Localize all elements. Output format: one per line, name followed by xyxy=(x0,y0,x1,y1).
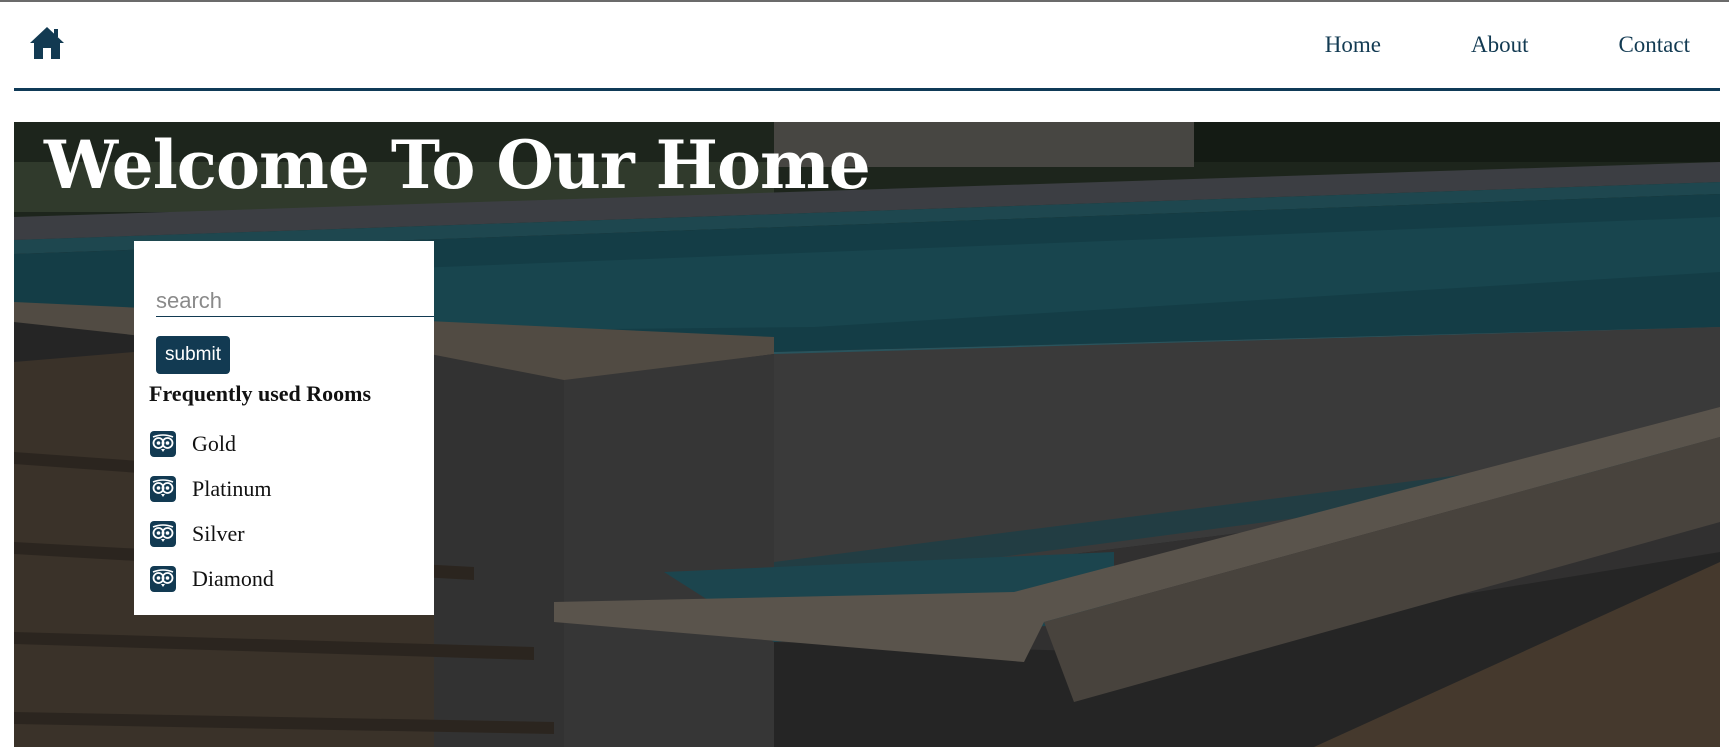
hero-title: Welcome To Our Home xyxy=(44,126,871,204)
room-label: Platinum xyxy=(192,475,272,501)
nav-about-link[interactable]: About xyxy=(1471,32,1529,58)
owl-icon xyxy=(150,475,176,502)
rooms-heading: Frequently used Rooms xyxy=(149,381,372,406)
hero-banner: Welcome To Our Home submit Frequently us… xyxy=(14,122,1720,747)
rooms-list: Gold Platinum Silver Diamond xyxy=(150,421,274,601)
room-label: Silver xyxy=(192,520,245,546)
nav-contact-link[interactable]: Contact xyxy=(1618,32,1690,58)
nav-home-link[interactable]: Home xyxy=(1325,32,1381,58)
owl-icon xyxy=(150,520,176,547)
owl-icon xyxy=(150,430,176,457)
navbar: Home About Contact xyxy=(0,2,1729,88)
room-label: Gold xyxy=(192,430,236,456)
search-input[interactable] xyxy=(156,286,434,317)
room-item-silver[interactable]: Silver xyxy=(150,511,274,556)
owl-icon xyxy=(150,565,176,592)
room-item-diamond[interactable]: Diamond xyxy=(150,556,274,601)
submit-button[interactable]: submit xyxy=(156,336,230,374)
search-panel: submit Frequently used Rooms Gold xyxy=(134,241,434,615)
room-label: Diamond xyxy=(192,565,274,591)
main-nav: Home About Contact xyxy=(1235,32,1690,58)
room-item-platinum[interactable]: Platinum xyxy=(150,466,274,511)
home-icon[interactable] xyxy=(28,24,66,62)
nav-divider xyxy=(14,88,1720,91)
room-item-gold[interactable]: Gold xyxy=(150,421,274,466)
